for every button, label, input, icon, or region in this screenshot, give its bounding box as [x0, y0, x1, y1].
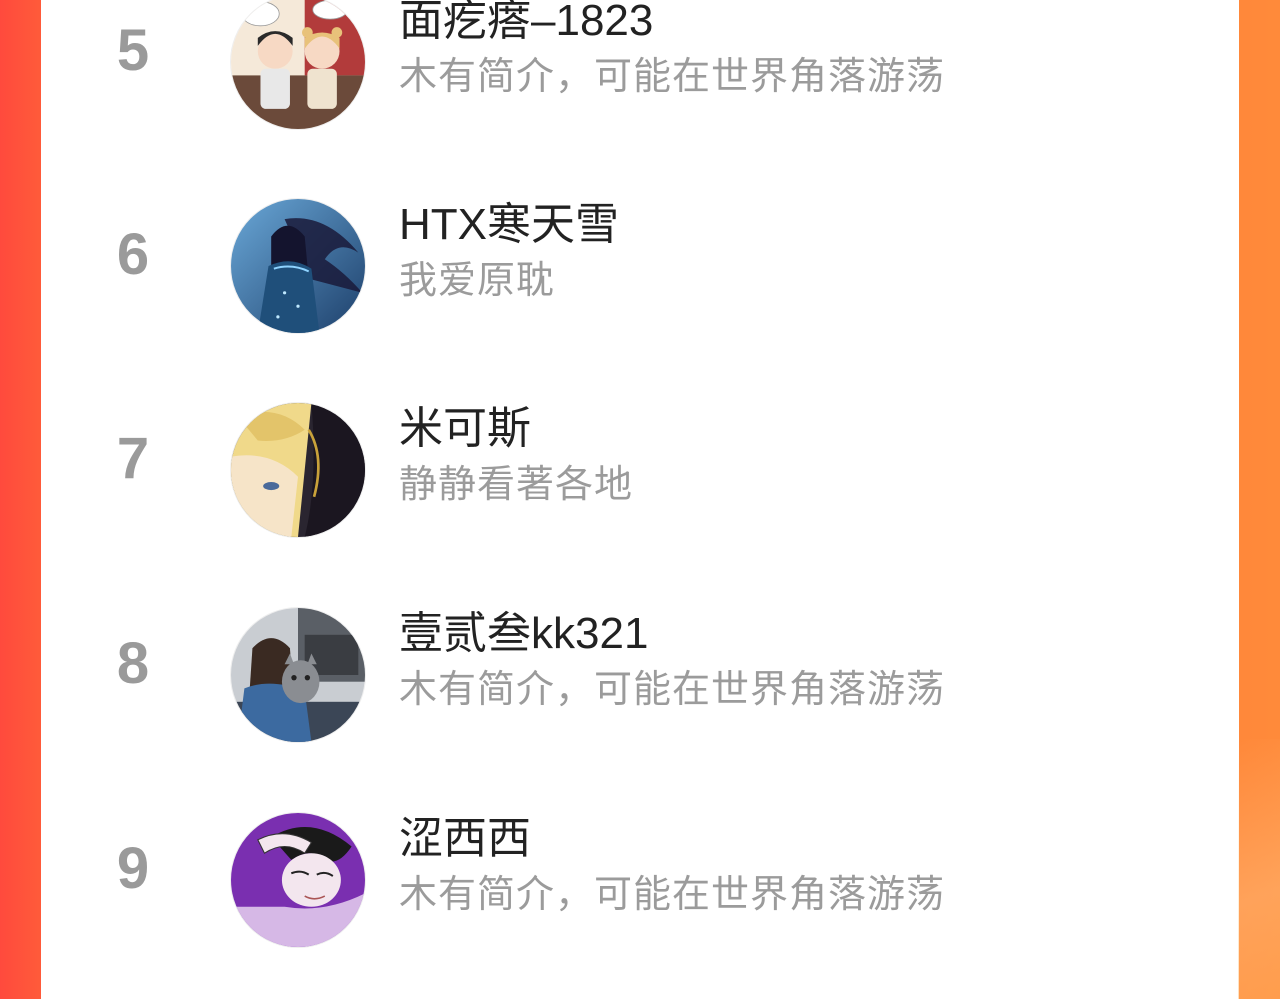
avatar-anime-blonde-image — [231, 403, 365, 537]
user-name: 面疙瘩–1823 — [399, 0, 654, 45]
ranking-item[interactable]: 9 涩西西 木有简介，可能在世界角落游荡 — [41, 790, 1239, 970]
avatar-cartoon-couple-image — [231, 0, 365, 129]
user-bio: 我爱原耽 — [399, 260, 556, 302]
ranking-item[interactable]: 8 壹贰叁kk321 木有简介，可能在世界角落游荡 — [41, 585, 1239, 765]
user-bio: 木有简介，可能在世界角落游荡 — [399, 56, 946, 98]
avatar-photo-cat-image — [231, 608, 365, 742]
ranking-panel: 5 面疙瘩–1823 木有简介，可能在世界角落游荡 6 HTX寒天雪 我爱原耽 … — [41, 0, 1239, 999]
user-avatar[interactable] — [230, 812, 366, 948]
user-bio: 静静看著各地 — [399, 464, 634, 506]
rank-number: 5 — [116, 18, 150, 83]
user-avatar[interactable] — [230, 607, 366, 743]
user-bio: 木有简介，可能在世界角落游荡 — [399, 669, 946, 711]
user-bio: 木有简介，可能在世界角落游荡 — [399, 874, 946, 916]
user-avatar[interactable] — [230, 198, 366, 334]
avatar-manga-purple-image — [231, 813, 365, 947]
user-name: 涩西西 — [399, 814, 531, 863]
rank-number: 7 — [116, 426, 150, 491]
user-name: 壹贰叁kk321 — [399, 609, 649, 658]
ranking-item[interactable]: 6 HTX寒天雪 我爱原耽 — [41, 176, 1239, 356]
user-avatar[interactable] — [230, 402, 366, 538]
background-decoration — [1238, 739, 1280, 999]
rank-number: 8 — [116, 631, 150, 696]
rank-number: 6 — [116, 222, 150, 287]
avatar-anime-blue-dress-image — [231, 199, 365, 333]
ranking-item[interactable]: 7 米可斯 静静看著各地 — [41, 380, 1239, 560]
user-name: HTX寒天雪 — [399, 200, 619, 249]
user-avatar[interactable] — [230, 0, 366, 130]
rank-number: 9 — [116, 836, 150, 901]
user-name: 米可斯 — [399, 404, 531, 453]
ranking-item[interactable]: 5 面疙瘩–1823 木有简介，可能在世界角落游荡 — [41, 0, 1239, 152]
